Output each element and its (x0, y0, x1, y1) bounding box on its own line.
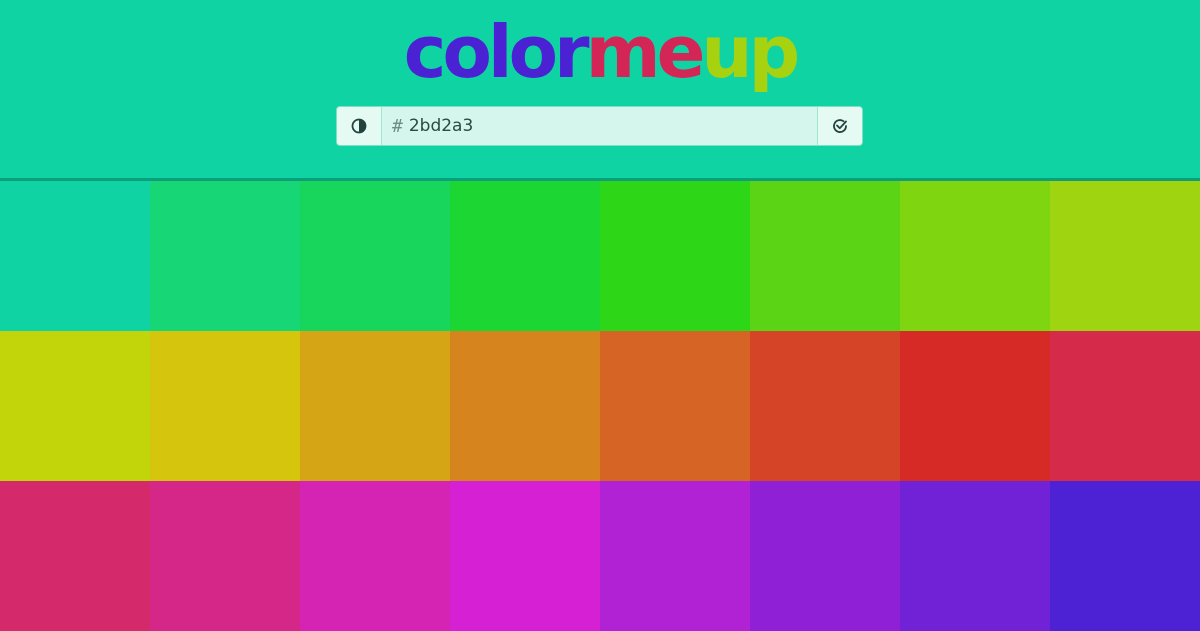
color-swatch[interactable] (750, 181, 900, 331)
color-swatch[interactable] (0, 331, 150, 481)
hex-field: # (382, 107, 817, 145)
color-swatch[interactable] (0, 181, 150, 331)
hash-prefix: # (392, 115, 403, 137)
color-swatch[interactable] (600, 331, 750, 481)
color-swatch[interactable] (900, 331, 1050, 481)
color-swatch[interactable] (1050, 181, 1200, 331)
apply-color-button[interactable] (817, 107, 862, 145)
color-swatch[interactable] (600, 481, 750, 631)
logo-part-me: me (585, 10, 706, 94)
color-swatch[interactable] (150, 331, 300, 481)
color-swatch[interactable] (300, 181, 450, 331)
color-swatch[interactable] (0, 481, 150, 631)
color-swatch[interactable] (750, 331, 900, 481)
contrast-icon (351, 118, 367, 134)
color-swatch[interactable] (150, 481, 300, 631)
color-search-bar: # (336, 106, 863, 146)
color-swatch[interactable] (900, 481, 1050, 631)
color-swatch[interactable] (450, 181, 600, 331)
color-swatch[interactable] (900, 181, 1050, 331)
logo[interactable]: colormeup (0, 10, 1200, 94)
color-swatch[interactable] (300, 331, 450, 481)
color-swatch[interactable] (750, 481, 900, 631)
color-swatch[interactable] (450, 481, 600, 631)
logo-part-up: up (701, 10, 800, 94)
hex-color-input[interactable] (408, 116, 769, 136)
color-swatch[interactable] (300, 481, 450, 631)
header: colormeup # (0, 0, 1200, 178)
swatch-grid (0, 181, 1200, 631)
color-swatch[interactable] (600, 181, 750, 331)
color-swatch[interactable] (1050, 481, 1200, 631)
contrast-toggle-button[interactable] (337, 107, 382, 145)
logo-part-color: color (403, 10, 590, 94)
check-icon (833, 119, 847, 133)
color-swatch[interactable] (450, 331, 600, 481)
color-swatch[interactable] (150, 181, 300, 331)
color-swatch[interactable] (1050, 331, 1200, 481)
